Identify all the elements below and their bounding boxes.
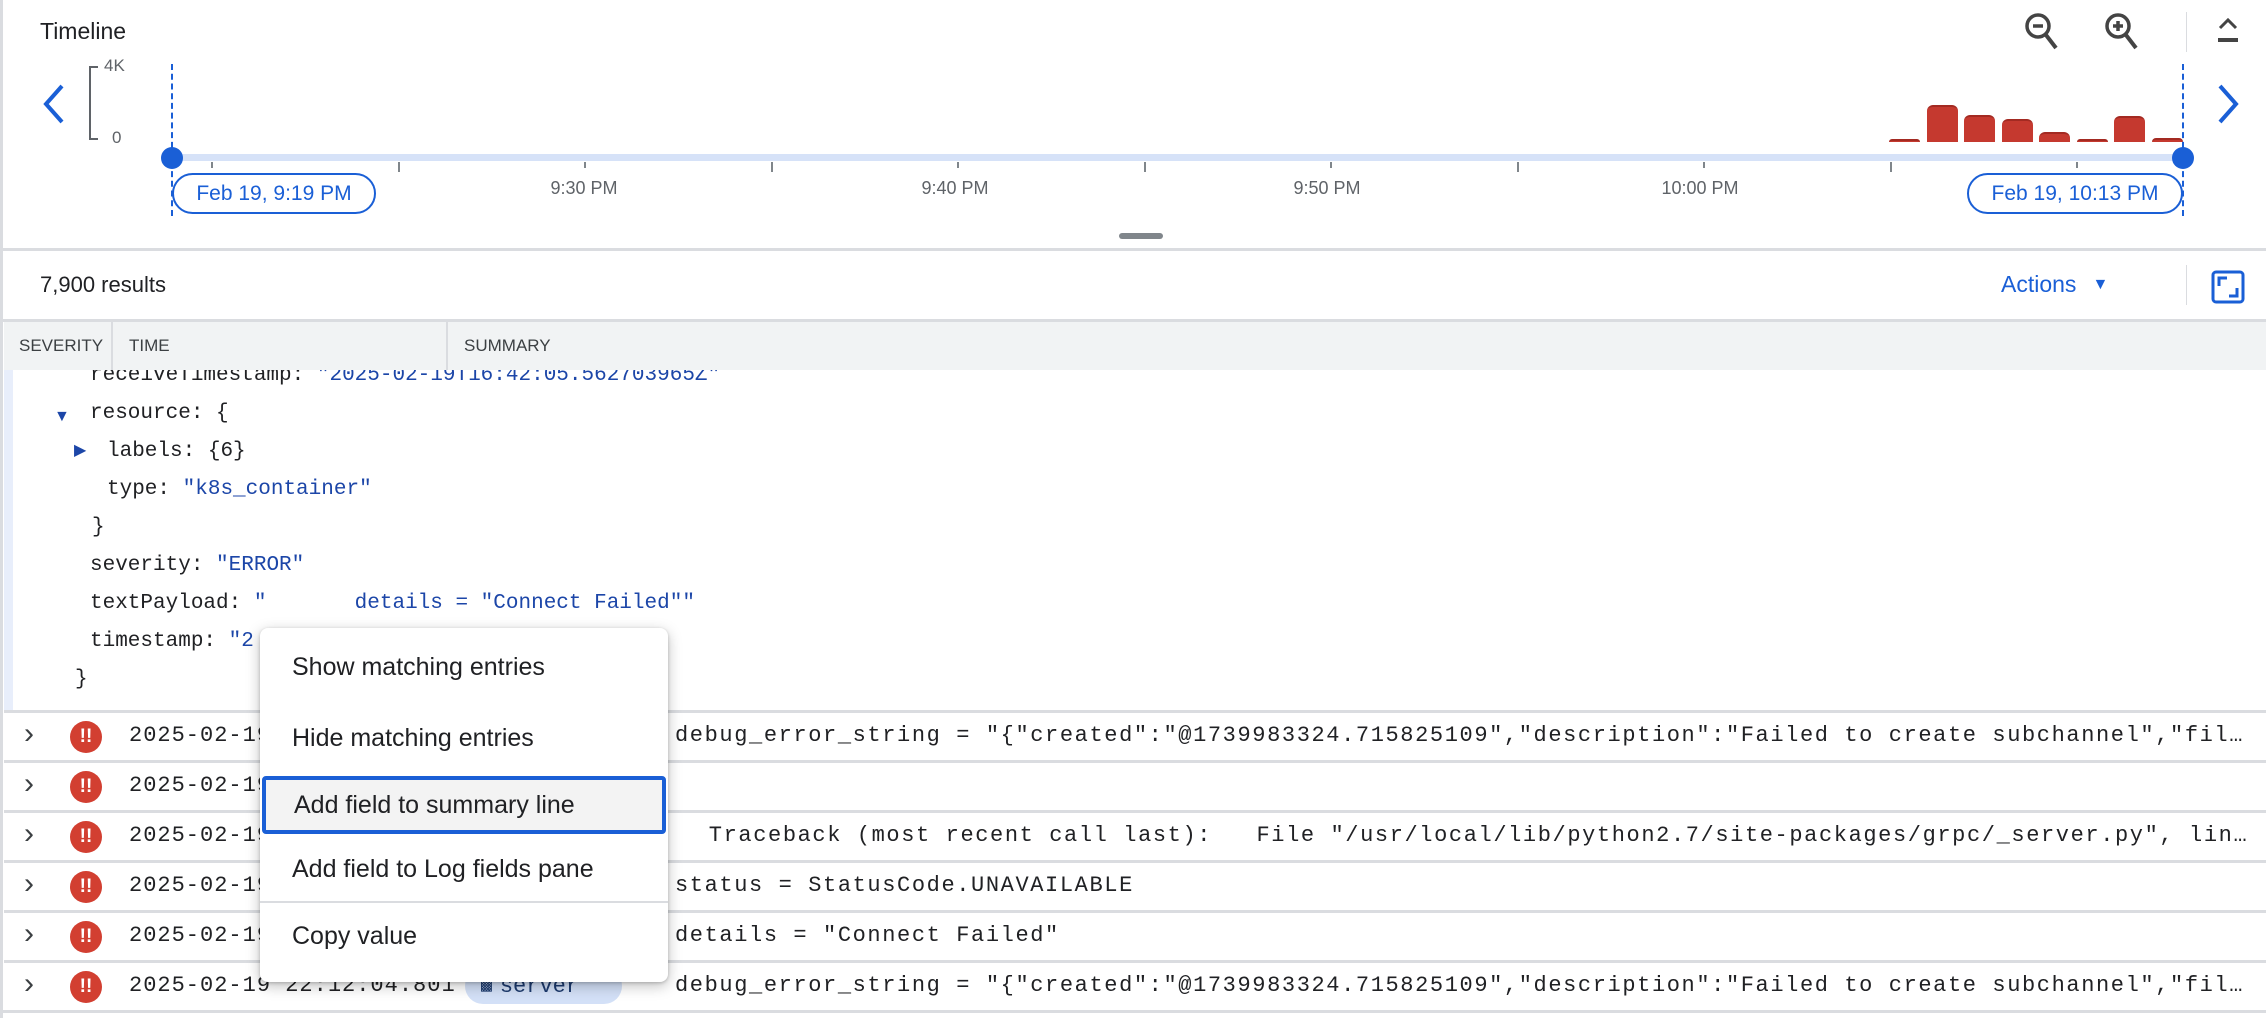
column-divider[interactable] bbox=[446, 322, 448, 370]
column-divider[interactable] bbox=[111, 322, 113, 370]
expand-row-chevron-icon[interactable]: › bbox=[24, 917, 34, 951]
json-line-timestamp[interactable]: timestamp: "2 bbox=[90, 630, 254, 653]
tick-label-1000: 10:00 PM bbox=[1661, 178, 1739, 198]
range-start-handle[interactable] bbox=[161, 147, 183, 169]
tick-label-940: 9:40 PM bbox=[921, 178, 989, 198]
tick-label-930: 9:30 PM bbox=[550, 178, 618, 198]
row-time: 2025-02-19 bbox=[129, 823, 272, 848]
error-severity-icon: !! bbox=[70, 721, 102, 753]
range-end-handle[interactable] bbox=[2172, 147, 2194, 169]
table-header: SEVERITY TIME SUMMARY bbox=[4, 322, 2266, 370]
major-tick bbox=[770, 162, 773, 172]
expand-row-chevron-icon[interactable]: › bbox=[24, 817, 34, 851]
histogram-bar[interactable] bbox=[2114, 116, 2145, 142]
json-close-brace: } bbox=[75, 668, 88, 691]
expand-icon[interactable] bbox=[2211, 270, 2245, 309]
panel-divider bbox=[0, 248, 2266, 251]
row-summary: debug_error_string = "{"created":"@17399… bbox=[675, 973, 2250, 998]
results-count: 7,900 results bbox=[40, 272, 166, 297]
row-time: 2025-02-19 bbox=[129, 773, 272, 798]
row-summary: Traceback (most recent call last): File … bbox=[708, 823, 2249, 848]
tick-label-950: 9:50 PM bbox=[1293, 178, 1361, 198]
header-time[interactable]: TIME bbox=[129, 336, 170, 356]
json-line-resource[interactable]: resource: { bbox=[90, 402, 229, 425]
header-summary[interactable]: SUMMARY bbox=[464, 336, 551, 356]
menu-item-add-summary-line[interactable]: Add field to summary line bbox=[262, 776, 666, 834]
histogram-bar[interactable] bbox=[2001, 118, 2033, 142]
expand-row-chevron-icon[interactable]: › bbox=[24, 967, 34, 1001]
row-divider bbox=[0, 1010, 2266, 1013]
expand-row-chevron-icon[interactable]: › bbox=[24, 867, 34, 901]
context-menu: Show matching entries Hide matching entr… bbox=[260, 628, 668, 982]
minor-tick bbox=[1330, 162, 1332, 168]
collapse-icon[interactable] bbox=[2214, 16, 2242, 51]
menu-item-hide-matching[interactable]: Hide matching entries bbox=[260, 709, 668, 767]
json-line-type[interactable]: type: "k8s_container" bbox=[107, 478, 372, 501]
row-summary: status = StatusCode.UNAVAILABLE bbox=[675, 873, 1134, 898]
caret-down-icon: ▼ bbox=[2092, 275, 2109, 293]
error-severity-icon: !! bbox=[70, 971, 102, 1003]
major-tick bbox=[1889, 162, 1892, 172]
json-line-severity[interactable]: severity: "ERROR" bbox=[90, 554, 304, 577]
expand-row-chevron-icon[interactable]: › bbox=[24, 767, 34, 801]
json-line-receivetimestamp[interactable]: receiveTimestamp: "2025-02-19T16:42:05.5… bbox=[90, 370, 720, 387]
histogram-bar[interactable] bbox=[1889, 139, 1920, 142]
range-end-pill[interactable]: Feb 19, 10:13 PM bbox=[1967, 173, 2183, 214]
histogram-bar[interactable] bbox=[1964, 114, 1995, 142]
actions-button[interactable]: Actions ▼ bbox=[2001, 271, 2108, 298]
histogram-bar[interactable] bbox=[2039, 131, 2070, 142]
json-line-textpayload[interactable]: textPayload: " details = "Connect Failed… bbox=[90, 592, 695, 615]
menu-item-show-matching[interactable]: Show matching entries bbox=[260, 638, 668, 696]
menu-item-add-log-fields-pane[interactable]: Add field to Log fields pane bbox=[260, 840, 668, 898]
expand-row-chevron-icon[interactable]: › bbox=[24, 717, 34, 751]
error-severity-icon: !! bbox=[70, 871, 102, 903]
error-severity-icon: !! bbox=[70, 921, 102, 953]
actions-label: Actions bbox=[2001, 271, 2077, 297]
row-time: 2025-02-19 bbox=[129, 723, 272, 748]
chevron-left-icon[interactable] bbox=[40, 82, 68, 134]
histogram-bar[interactable] bbox=[2151, 137, 2183, 142]
histogram-bar[interactable] bbox=[1926, 104, 1958, 142]
row-time: 2025-02-19 bbox=[129, 873, 272, 898]
zoom-out-icon[interactable] bbox=[2022, 10, 2062, 63]
major-tick bbox=[1516, 162, 1519, 172]
chevron-right-icon[interactable] bbox=[2214, 82, 2242, 134]
y-axis-max-label: 4K bbox=[104, 56, 125, 75]
zoom-in-icon[interactable] bbox=[2102, 10, 2142, 63]
menu-separator bbox=[260, 901, 668, 903]
row-summary: details = "Connect Failed" bbox=[675, 923, 1060, 948]
timeline-title: Timeline bbox=[40, 18, 127, 44]
major-tick bbox=[1143, 162, 1146, 172]
y-axis-bracket bbox=[89, 66, 98, 140]
minor-tick bbox=[584, 162, 586, 168]
json-close-brace: } bbox=[92, 516, 105, 539]
expanded-accent-bar bbox=[4, 370, 13, 710]
error-severity-icon: !! bbox=[70, 821, 102, 853]
minor-tick bbox=[2076, 162, 2078, 168]
minor-tick bbox=[1703, 162, 1705, 168]
timeline-track[interactable] bbox=[172, 154, 2183, 161]
y-axis-min-label: 0 bbox=[112, 128, 122, 147]
expand-triangle-icon[interactable]: ▶ bbox=[74, 440, 86, 460]
minor-tick bbox=[211, 162, 213, 168]
row-summary: debug_error_string = "{"created":"@17399… bbox=[675, 723, 2250, 748]
row-time: 2025-02-19 bbox=[129, 923, 272, 948]
menu-item-copy-value[interactable]: Copy value bbox=[260, 907, 668, 965]
toolbar-divider bbox=[2186, 265, 2187, 305]
histogram-bar[interactable] bbox=[2076, 139, 2108, 142]
toolbar-divider bbox=[2186, 12, 2187, 52]
header-severity[interactable]: SEVERITY bbox=[19, 336, 103, 356]
resize-drag-handle[interactable] bbox=[1119, 233, 1163, 239]
collapse-triangle-icon[interactable]: ▼ bbox=[54, 408, 70, 426]
minor-tick bbox=[957, 162, 959, 168]
json-line-labels[interactable]: labels: {6} bbox=[107, 440, 246, 463]
range-start-pill[interactable]: Feb 19, 9:19 PM bbox=[172, 173, 376, 214]
major-tick bbox=[397, 162, 400, 172]
error-severity-icon: !! bbox=[70, 771, 102, 803]
